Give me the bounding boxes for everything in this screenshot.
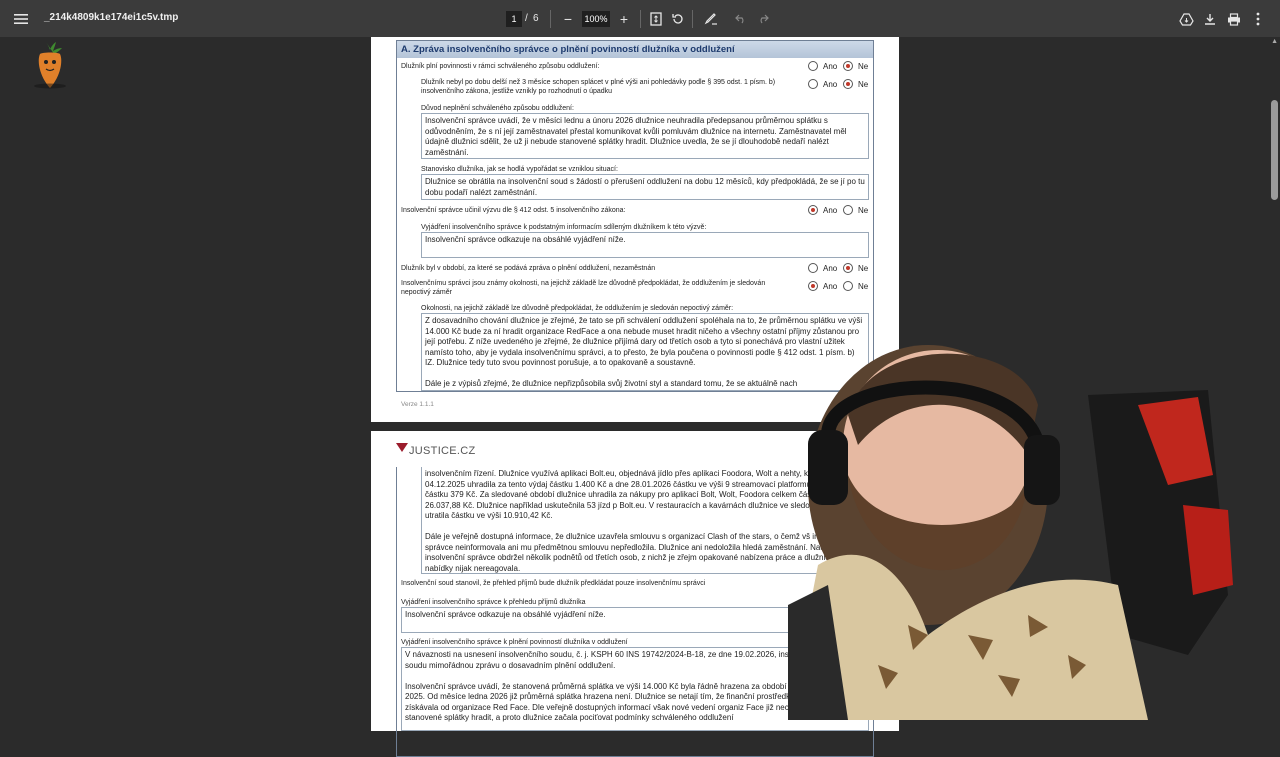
toolbar-divider <box>550 10 551 28</box>
section-title: A. Zpráva insolvenčního správce o plnění… <box>397 41 873 58</box>
label-reason-nonfulfillment: Důvod neplnění schváleného způsobu oddlu… <box>421 105 574 112</box>
undo-icon[interactable] <box>730 8 752 30</box>
page-number-input[interactable] <box>506 11 522 27</box>
form-version: Verze 1.1.1 <box>401 401 434 408</box>
label-income-statement: Vyjádření insolvenčního správce k přehle… <box>401 599 586 606</box>
question-fulfills-obligations: Dlužník plní povinnosti v rámci schválen… <box>401 63 600 70</box>
annotate-icon[interactable] <box>700 8 722 30</box>
radio-q8-yes[interactable]: Ano <box>808 281 837 291</box>
justice-logo-icon <box>396 443 408 452</box>
field-reason-nonfulfillment[interactable]: Insolvenční správce uvádí, že v měsíci l… <box>421 113 869 159</box>
print-icon[interactable] <box>1223 8 1245 30</box>
menu-icon[interactable] <box>10 8 32 30</box>
drive-save-icon[interactable] <box>1175 8 1197 30</box>
label-debtor-position: Stanovisko dlužníka, jak se hodlá vypořá… <box>421 166 618 173</box>
fit-page-icon[interactable] <box>645 8 667 30</box>
radio-q1-yes[interactable]: Ano <box>808 61 837 71</box>
download-icon[interactable] <box>1199 8 1221 30</box>
justice-logo: JUSTICE.CZ <box>396 443 476 457</box>
toolbar-divider <box>692 10 693 28</box>
redo-icon[interactable] <box>752 8 774 30</box>
question-income-overview: Insolvenční soud stanovil, že přehled př… <box>401 580 706 587</box>
field-trustee-statement[interactable]: Insolvenční správce odkazuje na obsáhlé … <box>421 232 869 258</box>
radio-q2-no[interactable]: Ne <box>843 79 868 89</box>
page-separator: / <box>525 13 528 24</box>
question-unable-to-pay: Dlužník nebyl po dobu delší než 3 měsíce… <box>421 79 776 95</box>
radio-q5-no[interactable]: Ne <box>843 205 868 215</box>
webcam-overlay <box>788 335 1250 720</box>
total-pages: 6 <box>533 13 539 24</box>
radio-q2-yes[interactable]: Ano <box>808 79 837 89</box>
question-call-412: Insolvenční správce učinil výzvu dle § 4… <box>401 207 626 214</box>
radio-q7-yes[interactable]: Ano <box>808 263 837 273</box>
label-obligations-statement: Vyjádření insolvenčního správce k plnění… <box>401 639 628 646</box>
document-title: _214k4809k1e174ei1c5v.tmp <box>44 12 179 23</box>
radio-q7-no[interactable]: Ne <box>843 263 868 273</box>
field-debtor-position[interactable]: Dlužnice se obrátila na insolvenční soud… <box>421 174 869 200</box>
rotate-icon[interactable] <box>667 8 689 30</box>
pdf-toolbar: _214k4809k1e174ei1c5v.tmp / 6 − + <box>0 0 1280 37</box>
question-unemployed: Dlužník byl v období, za které se podává… <box>401 265 656 272</box>
more-options-icon[interactable] <box>1247 8 1269 30</box>
scroll-up-arrow[interactable]: ▲ <box>1271 38 1278 45</box>
scrollbar-thumb[interactable] <box>1271 100 1278 200</box>
radio-q5-yes[interactable]: Ano <box>808 205 837 215</box>
zoom-in-button[interactable]: + <box>613 8 635 30</box>
toolbar-divider <box>640 10 641 28</box>
question-dishonest-intent: Insolvenčnímu správci jsou známy okolnos… <box>401 280 766 296</box>
carrot-avatar <box>28 40 72 90</box>
label-trustee-statement: Vyjádření insolvenčního správce k podsta… <box>421 224 707 231</box>
label-circumstances: Okolnosti, na jejichž základě lze důvodn… <box>421 305 734 312</box>
radio-q8-no[interactable]: Ne <box>843 281 868 291</box>
zoom-out-button[interactable]: − <box>557 8 579 30</box>
radio-q1-no[interactable]: Ne <box>843 61 868 71</box>
zoom-input[interactable] <box>582 11 610 27</box>
